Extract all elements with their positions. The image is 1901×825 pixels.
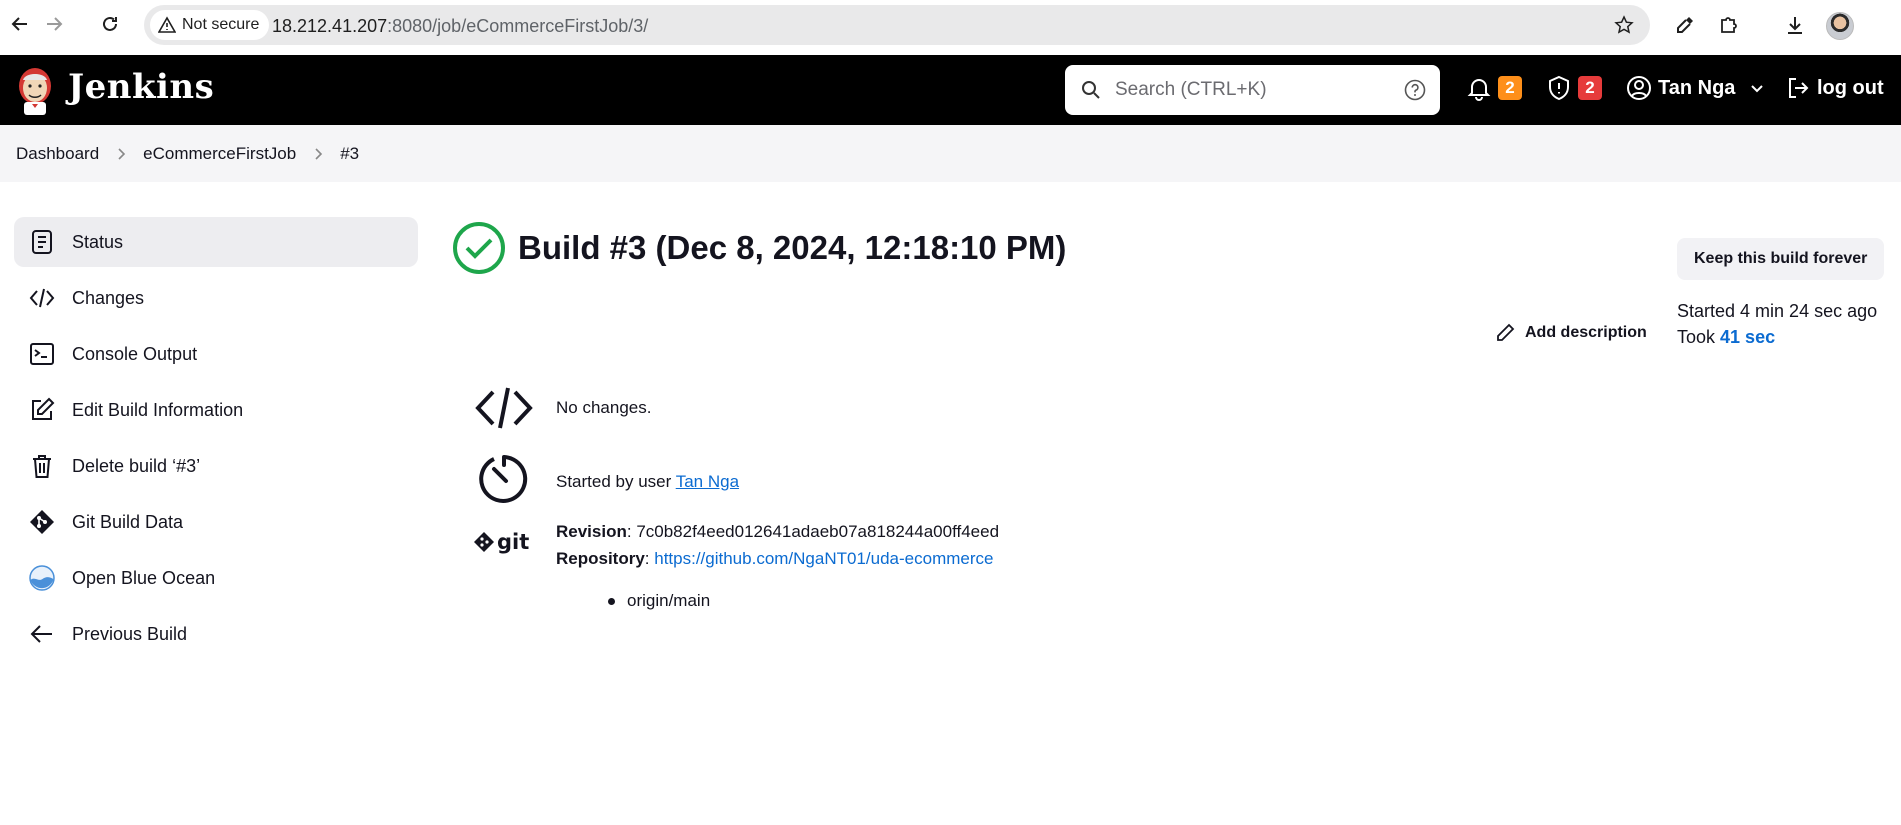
pencil-icon: [1497, 323, 1515, 341]
blue-ocean-icon: [28, 564, 56, 592]
jenkins-header: Jenkins 2 2 Tan Nga log out: [0, 55, 1901, 125]
user-icon: [1627, 76, 1651, 100]
svg-text:git: git: [497, 530, 529, 554]
sidebar-item-git-build-data[interactable]: Git Build Data: [14, 497, 418, 547]
branch-list-item: origin/main: [608, 591, 710, 611]
started-by-summary: Started by user Tan Nga: [473, 451, 739, 505]
security-badge: 2: [1578, 76, 1602, 100]
branch-name: origin/main: [627, 591, 711, 610]
sidebar-item-label: Delete build ‘#3’: [72, 455, 201, 476]
chevron-right-icon: [117, 147, 127, 161]
sidebar-item-label: Previous Build: [72, 623, 188, 644]
duration-link[interactable]: 41 sec: [1720, 327, 1775, 347]
code-icon: [28, 284, 56, 312]
edit-icon: [28, 396, 56, 424]
profile-avatar[interactable]: [1826, 12, 1854, 40]
bookmark-star-icon[interactable]: [1614, 15, 1634, 40]
security-chip[interactable]: Not secure: [150, 10, 270, 40]
notifications-button[interactable]: 2: [1466, 75, 1522, 101]
help-icon[interactable]: [1404, 79, 1426, 101]
url-text: 18.212.41.207:8080/job/eCommerceFirstJob…: [272, 16, 649, 36]
search-box[interactable]: [1065, 65, 1440, 115]
started-by-user-link[interactable]: Tan Nga: [676, 472, 739, 491]
sidebar-item-status[interactable]: Status: [14, 217, 418, 267]
logout-button[interactable]: log out: [1785, 75, 1884, 101]
sidebar: Status Changes Console Output Edit Build…: [14, 217, 418, 665]
user-name: Tan Nga: [1658, 76, 1736, 99]
bullet: [608, 597, 615, 605]
breadcrumb-dashboard[interactable]: Dashboard: [16, 144, 99, 164]
started-by-text: Started by user Tan Nga: [556, 472, 740, 491]
build-timing: Started 4 min 24 sec ago Took 41 sec: [1677, 298, 1877, 350]
success-check-icon: [453, 222, 505, 274]
jenkins-logo-icon[interactable]: [14, 64, 56, 116]
logout-icon: [1789, 78, 1809, 98]
forward-icon[interactable]: [40, 10, 68, 38]
bell-icon: [1467, 79, 1491, 101]
sidebar-item-delete-build[interactable]: Delete build ‘#3’: [14, 441, 418, 491]
took-row: Took 41 sec: [1677, 327, 1776, 347]
breadcrumb-job[interactable]: eCommerceFirstJob: [143, 144, 296, 164]
notifications-badge: 2: [1498, 76, 1522, 100]
download-icon[interactable]: [1782, 12, 1808, 38]
arrow-left-icon: [28, 620, 56, 648]
breadcrumb-build[interactable]: #3: [340, 144, 359, 164]
breadcrumb-bar: Dashboard eCommerceFirstJob #3: [0, 125, 1901, 182]
sidebar-item-changes[interactable]: Changes: [14, 273, 418, 323]
browser-toolbar: Not secure 18.212.41.207:8080/job/eComme…: [0, 0, 1901, 55]
sidebar-item-label: Console Output: [72, 343, 198, 364]
jenkins-brand[interactable]: Jenkins: [68, 67, 214, 107]
chevron-right-icon: [314, 147, 324, 161]
sidebar-item-open-blue-ocean[interactable]: Open Blue Ocean: [14, 553, 418, 603]
back-icon[interactable]: [6, 10, 34, 38]
no-changes-text: No changes.: [556, 398, 652, 417]
sidebar-item-label: Edit Build Information: [72, 399, 244, 420]
chevron-down-icon: [1751, 85, 1764, 93]
sidebar-item-console-output[interactable]: Console Output: [14, 329, 418, 379]
warning-icon: [158, 16, 176, 33]
sidebar-item-edit-build-information[interactable]: Edit Build Information: [14, 385, 418, 435]
add-description-button[interactable]: Add description: [1495, 323, 1647, 343]
timer-icon: [473, 451, 535, 505]
build-title-row: Build #3 (Dec 8, 2024, 12:18:10 PM): [452, 221, 1066, 275]
user-menu[interactable]: Tan Nga: [1626, 75, 1765, 101]
sidebar-item-label: Changes: [72, 287, 145, 308]
repository-row: Repository: https://github.com/NgaNT01/u…: [556, 549, 994, 568]
git-summary: git Revision: 7c0b82f4eed012641adaeb07a8…: [473, 518, 999, 572]
security-button[interactable]: 2: [1546, 75, 1602, 101]
extensions-icon[interactable]: [1716, 12, 1742, 38]
started-ago: Started 4 min 24 sec ago: [1677, 301, 1878, 321]
keep-build-forever-button[interactable]: Keep this build forever: [1677, 238, 1885, 280]
eyedropper-icon[interactable]: [1672, 12, 1698, 38]
reload-icon[interactable]: [96, 10, 124, 38]
code-icon: [473, 386, 535, 430]
search-input[interactable]: [1115, 76, 1385, 104]
revision-row: Revision: 7c0b82f4eed012641adaeb07a81824…: [556, 522, 1000, 541]
sidebar-item-label: Git Build Data: [72, 511, 184, 532]
add-description-label: Add description: [1525, 324, 1647, 341]
git-logo-icon: git: [473, 530, 535, 560]
page-title: Build #3 (Dec 8, 2024, 12:18:10 PM): [518, 229, 1067, 266]
logout-label: log out: [1817, 76, 1884, 99]
terminal-icon: [28, 340, 56, 368]
security-label: Not secure: [182, 16, 260, 33]
repository-link[interactable]: https://github.com/NgaNT01/uda-ecommerce: [654, 549, 993, 568]
address-bar[interactable]: Not secure 18.212.41.207:8080/job/eComme…: [144, 5, 1650, 45]
sidebar-item-label: Open Blue Ocean: [72, 567, 216, 588]
sidebar-item-previous-build[interactable]: Previous Build: [14, 609, 418, 659]
git-details: Revision: 7c0b82f4eed012641adaeb07a81824…: [556, 518, 999, 572]
revision-value: 7c0b82f4eed012641adaeb07a818244a00ff4eed: [636, 522, 1000, 541]
trash-icon: [28, 452, 56, 480]
status-icon: [28, 228, 56, 256]
git-icon: [28, 508, 56, 536]
breadcrumb: Dashboard eCommerceFirstJob #3: [16, 144, 359, 164]
changes-summary: No changes.: [473, 386, 651, 430]
sidebar-item-label: Status: [72, 231, 124, 252]
search-icon: [1082, 81, 1100, 99]
shield-icon: [1549, 75, 1569, 101]
